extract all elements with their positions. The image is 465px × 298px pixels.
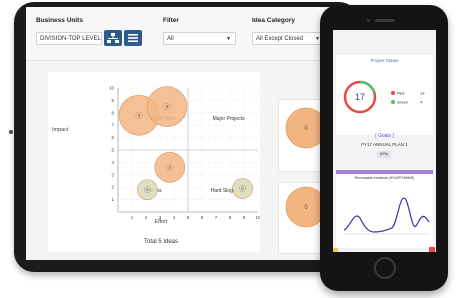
x-tick-label: 8 bbox=[229, 215, 232, 220]
filter-select[interactable]: All ▼ bbox=[163, 32, 236, 45]
status-total: 17 bbox=[355, 92, 365, 102]
phone-camera bbox=[367, 19, 370, 22]
x-tick-label: 10 bbox=[255, 215, 260, 220]
status-donut-green bbox=[359, 80, 376, 93]
tablet-camera bbox=[9, 130, 13, 134]
x-tick-label: 1 bbox=[131, 215, 134, 220]
impact-effort-panel: 1234567891012345678910 Quick WinsMajor P… bbox=[48, 72, 261, 252]
y-tick-label: 7 bbox=[111, 123, 114, 128]
y-tick-label: 5 bbox=[111, 148, 114, 153]
tablet-screen: Business Units DIVISION-TOP LEVEL Filter… bbox=[26, 7, 348, 260]
business-units-field[interactable]: DIVISION-TOP LEVEL bbox=[36, 32, 102, 45]
home-button[interactable] bbox=[374, 257, 396, 279]
y-tick-label: 2 bbox=[111, 185, 114, 190]
x-tick-label: 4 bbox=[173, 215, 176, 220]
legend-green-dot bbox=[391, 100, 395, 104]
x-tick-label: 2 bbox=[145, 215, 148, 220]
legend-green-label: Green bbox=[397, 100, 408, 105]
corner-marker-left bbox=[333, 248, 338, 252]
legend-red-value: 13 bbox=[420, 91, 425, 96]
impact-effort-chart: 1234567891012345678910 Quick WinsMajor P… bbox=[52, 86, 261, 246]
quadrant-hard-slogs: Hard Slogs bbox=[211, 188, 236, 194]
corner-marker-right bbox=[429, 247, 435, 252]
legend-red-label: Red bbox=[397, 91, 404, 96]
legend-green-value: 4 bbox=[420, 100, 423, 105]
incidents-card: Recordable Incidents (HOURTHWMS) bbox=[336, 174, 433, 248]
org-chart-button[interactable] bbox=[104, 30, 122, 46]
x-tick-label: 6 bbox=[201, 215, 204, 220]
org-chart-icon bbox=[107, 33, 119, 43]
quadrant-major-projects: Major Projects bbox=[213, 116, 245, 122]
filter-label: Filter bbox=[163, 17, 179, 24]
idea-category-select[interactable]: All Except Closed ▼ bbox=[252, 32, 325, 45]
legend-red-dot bbox=[391, 91, 395, 95]
phone-screen: Project Status 17 Red 13 Green 4 [ Goals… bbox=[333, 30, 436, 252]
y-axis-label: Impact bbox=[52, 127, 69, 133]
list-view-button[interactable] bbox=[124, 30, 142, 46]
x-tick-label: 9 bbox=[243, 215, 246, 220]
phone-speaker bbox=[375, 19, 395, 22]
x-axis-label: Effort bbox=[154, 219, 168, 225]
goals-title: [ Goals ] bbox=[375, 133, 394, 139]
y-tick-label: 1 bbox=[111, 197, 114, 202]
chevron-down-icon: ▼ bbox=[226, 36, 231, 42]
goal-name: FY17 ANNUAL PLAN 1 bbox=[361, 142, 408, 147]
y-tick-label: 6 bbox=[111, 135, 114, 140]
business-units-label: Business Units bbox=[36, 17, 83, 24]
idea-category-value: All Except Closed bbox=[256, 36, 304, 42]
y-tick-label: 3 bbox=[111, 172, 114, 177]
x-tick-label: 7 bbox=[215, 215, 218, 220]
y-tick-label: 4 bbox=[111, 160, 114, 165]
project-status-card: Project Status 17 Red 13 Green 4 bbox=[336, 55, 433, 135]
y-tick-label: 8 bbox=[111, 110, 114, 115]
filter-bar: Business Units DIVISION-TOP LEVEL Filter… bbox=[26, 7, 348, 61]
list-icon bbox=[128, 34, 138, 42]
incidents-line bbox=[343, 197, 430, 233]
y-tick-label: 9 bbox=[111, 98, 114, 103]
y-tick-label: 10 bbox=[109, 86, 115, 91]
total-ideas-label: Total 5 Ideas bbox=[144, 239, 178, 245]
x-tick-label: 5 bbox=[187, 215, 190, 220]
idea-category-label: Idea Category bbox=[252, 17, 295, 24]
kpi-badge[interactable]: KPIs bbox=[377, 151, 391, 158]
filter-value: All bbox=[167, 36, 174, 42]
